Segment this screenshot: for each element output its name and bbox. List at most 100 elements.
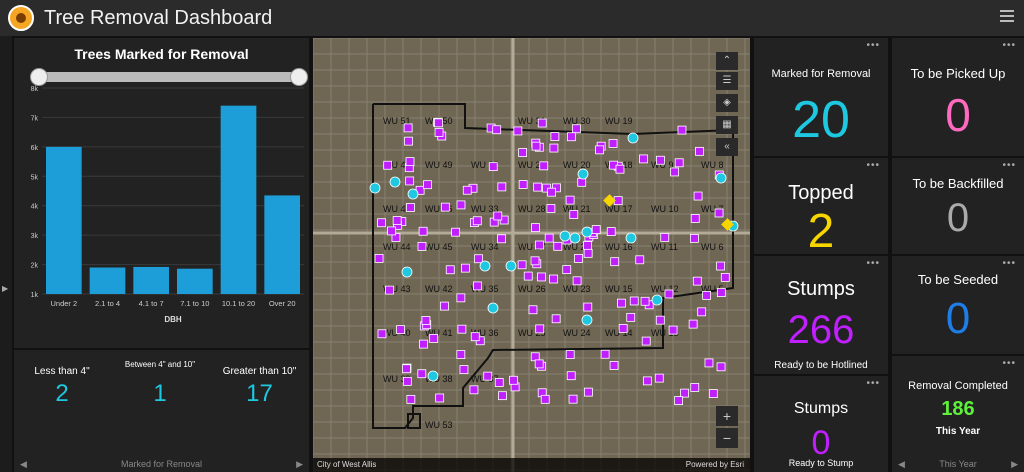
stump-marker[interactable] bbox=[423, 180, 432, 190]
topped-marker[interactable] bbox=[651, 294, 663, 306]
more-icon[interactable]: ••• bbox=[1002, 358, 1016, 369]
stump-marker[interactable] bbox=[537, 272, 546, 282]
stump-marker[interactable] bbox=[690, 214, 700, 223]
stump-marker[interactable] bbox=[664, 289, 674, 299]
map-view[interactable]: WU 51 WU 50 WU 31 WU 30 WU 19 WU 48 WU 49 WU 32… bbox=[313, 38, 750, 472]
topped-marker[interactable] bbox=[715, 172, 727, 184]
more-icon[interactable]: ••• bbox=[1002, 40, 1016, 51]
topped-marker[interactable] bbox=[427, 370, 439, 382]
stump-marker[interactable] bbox=[402, 364, 411, 374]
stump-marker[interactable] bbox=[456, 200, 466, 210]
stump-marker[interactable] bbox=[629, 296, 639, 306]
stump-marker[interactable] bbox=[553, 241, 563, 251]
map-canvas[interactable]: WU 51 WU 50 WU 31 WU 30 WU 19WU 48 WU 49 WU 32… bbox=[313, 38, 750, 472]
stump-marker[interactable] bbox=[583, 248, 593, 258]
stump-marker[interactable] bbox=[680, 388, 689, 398]
bar[interactable] bbox=[177, 268, 213, 294]
stump-marker[interactable] bbox=[483, 371, 493, 381]
stump-marker[interactable] bbox=[660, 232, 670, 242]
stump-marker[interactable] bbox=[540, 394, 550, 404]
stump-marker[interactable] bbox=[531, 141, 541, 151]
stump-marker[interactable] bbox=[385, 285, 394, 295]
qr-icon[interactable]: ▦ bbox=[716, 116, 738, 134]
stump-marker[interactable] bbox=[488, 162, 498, 172]
more-icon[interactable]: ••• bbox=[1002, 160, 1016, 171]
topped-marker[interactable] bbox=[487, 302, 499, 314]
stump-marker[interactable] bbox=[417, 241, 427, 251]
more-icon[interactable]: ••• bbox=[866, 258, 880, 269]
stump-marker[interactable] bbox=[606, 227, 616, 236]
stump-marker[interactable] bbox=[417, 369, 427, 379]
stump-marker[interactable] bbox=[387, 226, 396, 236]
stump-marker[interactable] bbox=[530, 256, 540, 266]
stump-marker[interactable] bbox=[421, 316, 431, 325]
stump-marker[interactable] bbox=[550, 132, 560, 141]
more-icon[interactable]: ••• bbox=[866, 378, 880, 389]
stump-marker[interactable] bbox=[462, 185, 472, 195]
chevron-left-icon[interactable]: ◀ bbox=[20, 456, 27, 472]
more-icon[interactable]: ••• bbox=[866, 40, 880, 51]
stump-marker[interactable] bbox=[654, 373, 664, 383]
stump-marker[interactable] bbox=[695, 146, 704, 156]
stump-marker[interactable] bbox=[419, 339, 428, 349]
chevron-left-icon[interactable]: ◀ bbox=[898, 456, 905, 472]
range-slider[interactable] bbox=[30, 68, 308, 86]
stump-marker[interactable] bbox=[569, 210, 579, 219]
stump-marker[interactable] bbox=[523, 271, 533, 281]
stump-marker[interactable] bbox=[434, 118, 443, 128]
stump-marker[interactable] bbox=[383, 160, 393, 170]
stump-marker[interactable] bbox=[704, 358, 714, 368]
stump-marker[interactable] bbox=[549, 143, 559, 153]
stump-marker[interactable] bbox=[617, 298, 626, 308]
stump-marker[interactable] bbox=[474, 254, 483, 264]
stump-marker[interactable] bbox=[513, 126, 523, 136]
topped-marker[interactable] bbox=[407, 188, 419, 200]
stump-marker[interactable] bbox=[435, 393, 445, 403]
stump-marker[interactable] bbox=[469, 385, 479, 395]
stump-marker[interactable] bbox=[609, 361, 619, 370]
bar[interactable] bbox=[46, 146, 82, 294]
left-sidebar-toggle[interactable]: ▶ bbox=[0, 36, 12, 472]
stump-marker[interactable] bbox=[535, 324, 545, 334]
stump-marker[interactable] bbox=[403, 123, 413, 133]
stump-marker[interactable] bbox=[562, 265, 572, 275]
menu-icon[interactable] bbox=[1000, 10, 1014, 25]
topped-marker[interactable] bbox=[505, 260, 517, 272]
legend-icon[interactable]: ☰ bbox=[716, 72, 738, 90]
stump-marker[interactable] bbox=[497, 234, 506, 244]
stump-marker[interactable] bbox=[577, 177, 587, 187]
topped-marker[interactable] bbox=[369, 182, 381, 194]
stump-marker[interactable] bbox=[492, 125, 502, 135]
stump-marker[interactable] bbox=[549, 274, 558, 284]
stump-marker[interactable] bbox=[374, 254, 384, 263]
stump-marker[interactable] bbox=[456, 350, 466, 359]
stump-marker[interactable] bbox=[583, 241, 592, 250]
collapse-icon[interactable]: « bbox=[716, 138, 738, 156]
stump-marker[interactable] bbox=[583, 302, 593, 312]
stump-marker[interactable] bbox=[531, 223, 540, 233]
stump-marker[interactable] bbox=[494, 378, 504, 387]
stump-marker[interactable] bbox=[595, 145, 604, 155]
stump-marker[interactable] bbox=[693, 191, 703, 201]
stump-marker[interactable] bbox=[572, 276, 582, 286]
stump-marker[interactable] bbox=[618, 324, 628, 333]
stump-marker[interactable] bbox=[406, 394, 416, 404]
stump-marker[interactable] bbox=[565, 195, 575, 205]
stump-marker[interactable] bbox=[404, 136, 413, 146]
stump-marker[interactable] bbox=[457, 324, 467, 334]
topped-marker[interactable] bbox=[569, 232, 581, 244]
stump-marker[interactable] bbox=[668, 325, 678, 335]
topped-marker[interactable] bbox=[389, 176, 401, 188]
stump-marker[interactable] bbox=[405, 176, 415, 186]
stump-marker[interactable] bbox=[498, 391, 507, 401]
stump-marker[interactable] bbox=[641, 336, 651, 346]
more-icon[interactable]: ••• bbox=[1002, 258, 1016, 269]
bar[interactable] bbox=[264, 195, 300, 294]
stump-marker[interactable] bbox=[635, 255, 645, 265]
stump-marker[interactable] bbox=[451, 227, 460, 237]
stump-marker[interactable] bbox=[610, 257, 620, 267]
stump-marker[interactable] bbox=[626, 312, 636, 322]
bar[interactable] bbox=[220, 105, 257, 295]
stump-marker[interactable] bbox=[720, 272, 730, 282]
stump-marker[interactable] bbox=[445, 265, 455, 275]
